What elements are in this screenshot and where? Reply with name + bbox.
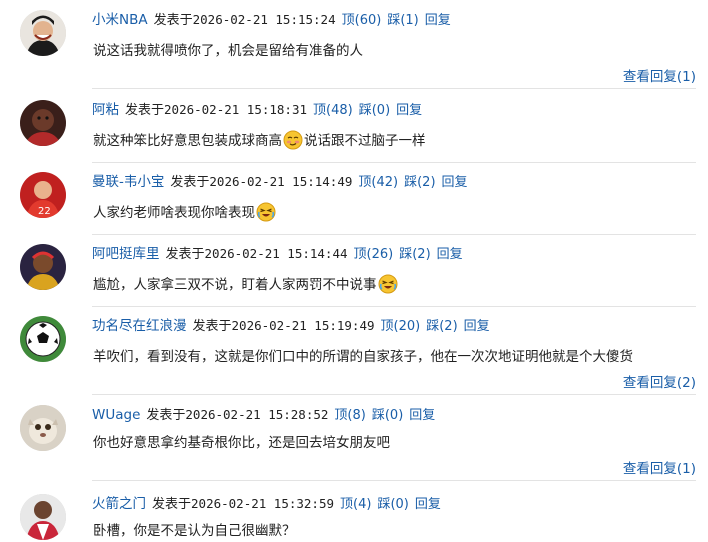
- avatar-image: 22: [20, 172, 66, 218]
- downvote-button[interactable]: 踩(2): [426, 319, 457, 334]
- comment-text: 尴尬，人家拿三双不说，盯着人家两罚不中说事: [93, 274, 399, 296]
- downvote-button[interactable]: 踩(0): [377, 497, 408, 512]
- upvote-button[interactable]: 顶(42): [358, 175, 398, 190]
- username-link[interactable]: WUage: [92, 407, 140, 423]
- reply-button[interactable]: 回复: [464, 319, 490, 334]
- divider: [92, 162, 696, 163]
- avatar[interactable]: [20, 316, 66, 362]
- upvote-button[interactable]: 顶(48): [313, 103, 353, 118]
- view-replies-link[interactable]: 查看回复(2): [623, 371, 696, 391]
- comment-meta: 阿粘 发表于2026-02-21 15:18:31 顶(48) 踩(0) 回复: [92, 100, 422, 120]
- reply-button[interactable]: 回复: [415, 497, 441, 512]
- comment-meta: WUage 发表于2026-02-21 15:28:52 顶(8) 踩(0) 回复: [92, 405, 435, 425]
- username-link[interactable]: 小米NBA: [92, 12, 148, 28]
- downvote-button[interactable]: 踩(2): [399, 247, 430, 262]
- timestamp: 2026-02-21 15:14:49: [209, 174, 353, 189]
- username-link[interactable]: 阿粘: [92, 102, 119, 118]
- timestamp: 2026-02-21 15:19:49: [231, 318, 375, 333]
- avatar[interactable]: [20, 244, 66, 290]
- avatar[interactable]: [20, 405, 66, 451]
- divider: [92, 306, 696, 307]
- reply-button[interactable]: 回复: [437, 247, 463, 262]
- posted-label: 发表于: [125, 103, 165, 118]
- divider: [92, 480, 696, 481]
- upvote-button[interactable]: 顶(60): [342, 13, 382, 28]
- comment-text: 羊吹们，看到没有，这就是你们口中的所谓的自家孩子，他在一次次地证明他就是个大傻货: [93, 349, 633, 365]
- downvote-button[interactable]: 踩(1): [387, 13, 418, 28]
- username-link[interactable]: 功名尽在红浪漫: [92, 318, 187, 334]
- divider: [92, 394, 696, 395]
- svg-text:22: 22: [38, 206, 51, 217]
- avatar-image: [20, 100, 66, 146]
- divider: [92, 88, 696, 89]
- reply-button[interactable]: 回复: [425, 13, 451, 28]
- username-link[interactable]: 阿吧挺库里: [92, 246, 160, 262]
- downvote-button[interactable]: 踩(0): [359, 103, 390, 118]
- reply-button[interactable]: 回复: [396, 103, 422, 118]
- downvote-button[interactable]: 踩(0): [372, 408, 403, 423]
- posted-label: 发表于: [170, 175, 210, 190]
- comment-text: 你也好意思拿约基奇根你比，还是回去培女朋友吧: [93, 435, 390, 451]
- upvote-button[interactable]: 顶(26): [354, 247, 394, 262]
- timestamp: 2026-02-21 15:32:59: [191, 496, 335, 511]
- timestamp: 2026-02-21 15:18:31: [164, 102, 308, 117]
- username-link[interactable]: 火箭之门: [92, 496, 146, 512]
- posted-label: 发表于: [146, 408, 186, 423]
- reply-button[interactable]: 回复: [442, 175, 468, 190]
- avatar-image: [20, 494, 66, 540]
- avatar-image: [20, 405, 66, 451]
- posted-label: 发表于: [152, 497, 192, 512]
- comment-meta: 曼联-韦小宝 发表于2026-02-21 15:14:49 顶(42) 踩(2) 回复: [92, 172, 468, 192]
- avatar-image: [20, 316, 66, 362]
- divider: [92, 234, 696, 235]
- timestamp: 2026-02-21 15:15:24: [192, 12, 336, 27]
- avatar[interactable]: [20, 494, 66, 540]
- avatar[interactable]: [20, 10, 66, 56]
- shy-smirk-emoji-icon: [283, 130, 303, 150]
- crying-laugh-emoji-icon: [378, 274, 397, 294]
- comment-meta: 小米NBA 发表于2026-02-21 15:15:24 顶(60) 踩(1) 回复: [92, 10, 451, 30]
- avatar[interactable]: [20, 100, 66, 146]
- comment-meta: 功名尽在红浪漫 发表于2026-02-21 15:19:49 顶(20) 踩(2) 回复: [92, 316, 490, 336]
- timestamp: 2026-02-21 15:28:52: [185, 407, 329, 422]
- view-replies-link[interactable]: 查看回复(1): [623, 457, 696, 477]
- timestamp: 2026-02-21 15:14:44: [204, 246, 348, 261]
- upvote-button[interactable]: 顶(8): [334, 408, 365, 423]
- posted-label: 发表于: [153, 13, 193, 28]
- comment-text: 就这种笨比好意思包装成球商高 说话跟不过脑子一样: [93, 130, 426, 152]
- avatar-image: [20, 244, 66, 290]
- avatar[interactable]: 22: [20, 172, 66, 218]
- avatar-image: [20, 10, 66, 56]
- upvote-button[interactable]: 顶(4): [340, 497, 371, 512]
- view-replies-link[interactable]: 查看回复(1): [623, 65, 696, 85]
- crying-laugh-emoji-icon: [256, 202, 276, 222]
- reply-button[interactable]: 回复: [409, 408, 435, 423]
- comment-text: 说这话我就得喷你了，机会是留给有准备的人: [93, 43, 363, 59]
- posted-label: 发表于: [165, 247, 205, 262]
- username-link[interactable]: 曼联-韦小宝: [92, 174, 164, 190]
- comment-meta: 火箭之门 发表于2026-02-21 15:32:59 顶(4) 踩(0) 回复: [92, 494, 441, 514]
- upvote-button[interactable]: 顶(20): [381, 319, 421, 334]
- posted-label: 发表于: [192, 319, 232, 334]
- downvote-button[interactable]: 踩(2): [404, 175, 435, 190]
- comment-text: 人家约老师啥表现你啥表现: [93, 202, 277, 224]
- comment-meta: 阿吧挺库里 发表于2026-02-21 15:14:44 顶(26) 踩(2) 回复: [92, 244, 463, 264]
